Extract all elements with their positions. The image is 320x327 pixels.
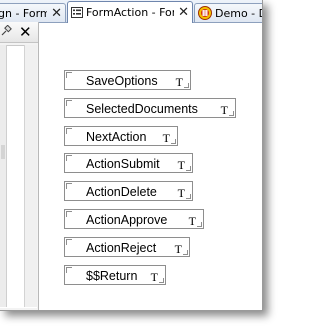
- field-nextaction[interactable]: NextAction T: [64, 126, 178, 146]
- field-name: SaveOptions: [86, 74, 158, 88]
- close-icon[interactable]: ✕: [178, 6, 189, 19]
- field-actiondelete[interactable]: ActionDelete T: [64, 181, 193, 201]
- left-panel-divider: [0, 45, 7, 307]
- form-icon: [71, 7, 83, 18]
- field-name: SelectedDocuments: [86, 102, 198, 116]
- field-name: ActionDelete: [86, 185, 157, 199]
- field-type-icon: T: [177, 186, 185, 200]
- field-name: ActionSubmit: [86, 157, 160, 171]
- field-type-icon: T: [175, 75, 183, 89]
- tab-label: gn - Forms: [0, 6, 47, 20]
- close-icon[interactable]: ✕: [19, 22, 32, 42]
- field-type-icon: T: [188, 214, 196, 228]
- left-panel-toolbar: ✕: [0, 22, 38, 43]
- pin-icon[interactable]: [1, 25, 12, 36]
- tab-label: Demo - D: [215, 6, 263, 20]
- field-return[interactable]: $$Return T: [64, 265, 166, 285]
- tab-label: FormAction - Form: [86, 6, 174, 19]
- field-actionapprove[interactable]: ActionApprove T: [64, 209, 204, 229]
- field-saveoptions[interactable]: SaveOptions T: [64, 70, 191, 90]
- field-name: $$Return: [86, 269, 138, 283]
- designer-window: gn - Forms ✕ FormAction - Form ✕ Demo: [0, 0, 263, 311]
- tab-demo[interactable]: Demo - D: [194, 3, 263, 22]
- field-type-icon: T: [174, 242, 182, 256]
- field-actionsubmit[interactable]: ActionSubmit T: [64, 153, 193, 173]
- field-name: ActionReject: [86, 241, 157, 255]
- tab-bar: gn - Forms ✕ FormAction - Form ✕ Demo: [0, 0, 262, 23]
- left-panel-scrollbar[interactable]: [24, 45, 37, 307]
- field-type-icon: T: [177, 158, 185, 172]
- demo-app-icon: [198, 6, 212, 20]
- left-panel: ✕: [0, 22, 39, 310]
- field-type-icon: T: [220, 103, 228, 117]
- tab-formaction-form[interactable]: FormAction - Form ✕: [67, 1, 193, 23]
- tab-forms[interactable]: gn - Forms ✕: [0, 3, 66, 22]
- collapse-handle[interactable]: [1, 145, 5, 159]
- form-design-area[interactable]: SaveOptions T SelectedDocuments T NextAc…: [39, 23, 262, 310]
- close-icon[interactable]: ✕: [51, 7, 62, 20]
- field-name: ActionApprove: [86, 213, 168, 227]
- field-name: NextAction: [86, 130, 147, 144]
- field-actionreject[interactable]: ActionReject T: [64, 237, 190, 257]
- field-type-icon: T: [150, 270, 158, 284]
- field-type-icon: T: [162, 131, 170, 145]
- field-selecteddocuments[interactable]: SelectedDocuments T: [64, 98, 236, 118]
